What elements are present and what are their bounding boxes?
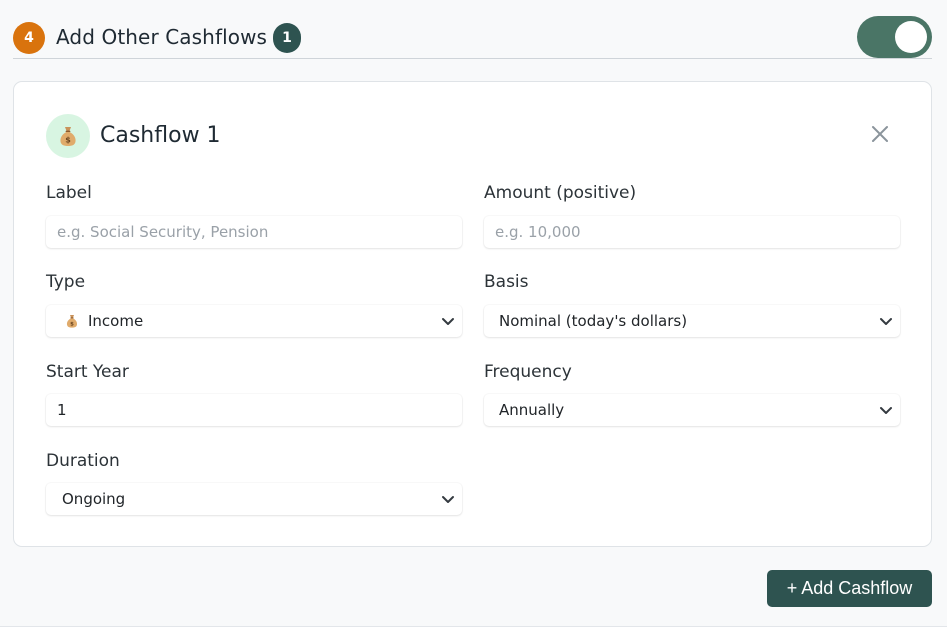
type-field-label: Type [46,272,86,292]
duration-field-label: Duration [46,451,120,471]
frequency-field-label: Frequency [484,362,572,382]
cashflow-count-badge: 1 [273,23,301,53]
close-icon [872,126,888,142]
amount-field-label: Amount (positive) [484,183,637,203]
card-title: Cashflow 1 [100,123,221,148]
chevron-down-icon [880,318,892,325]
duration-select-value: Ongoing [62,490,126,508]
chevron-down-icon [880,407,892,414]
svg-text:$: $ [70,321,74,327]
type-select-value: Income [88,312,144,330]
amount-field[interactable] [484,216,900,248]
cashflow-card: $ Cashflow 1 Label Amount (positive) Typ… [13,81,932,547]
section-title: Add Other Cashflows [56,25,268,49]
frequency-select[interactable]: Annually [484,394,900,426]
section-toggle[interactable] [857,16,932,58]
duration-select[interactable]: Ongoing [46,483,462,515]
add-cashflow-button[interactable]: + Add Cashflow [767,570,932,607]
frequency-select-value: Annually [499,401,565,419]
label-input[interactable] [46,216,462,248]
start-year-input[interactable] [46,394,462,426]
basis-select-value: Nominal (today's dollars) [499,312,688,330]
money-bag-icon: $ [66,315,78,328]
label-field[interactable] [46,216,462,248]
money-bag-icon: $ [46,114,90,158]
basis-field-label: Basis [484,272,529,292]
chevron-down-icon [442,318,454,325]
label-field-label: Label [46,183,92,203]
section-header: 4 Add Other Cashflows 1 [13,16,932,59]
start-year-field-label: Start Year [46,362,129,382]
cashflows-section: 4 Add Other Cashflows 1 $ Cashflow 1 Lab… [0,0,947,627]
basis-select[interactable]: Nominal (today's dollars) [484,305,900,337]
chevron-down-icon [442,496,454,503]
svg-text:$: $ [65,136,71,145]
remove-cashflow-button[interactable] [866,120,894,148]
toggle-knob [895,21,927,53]
amount-input[interactable] [484,216,900,248]
step-badge: 4 [13,22,45,54]
start-year-field[interactable] [46,394,462,426]
type-select[interactable]: $ Income [46,305,462,337]
